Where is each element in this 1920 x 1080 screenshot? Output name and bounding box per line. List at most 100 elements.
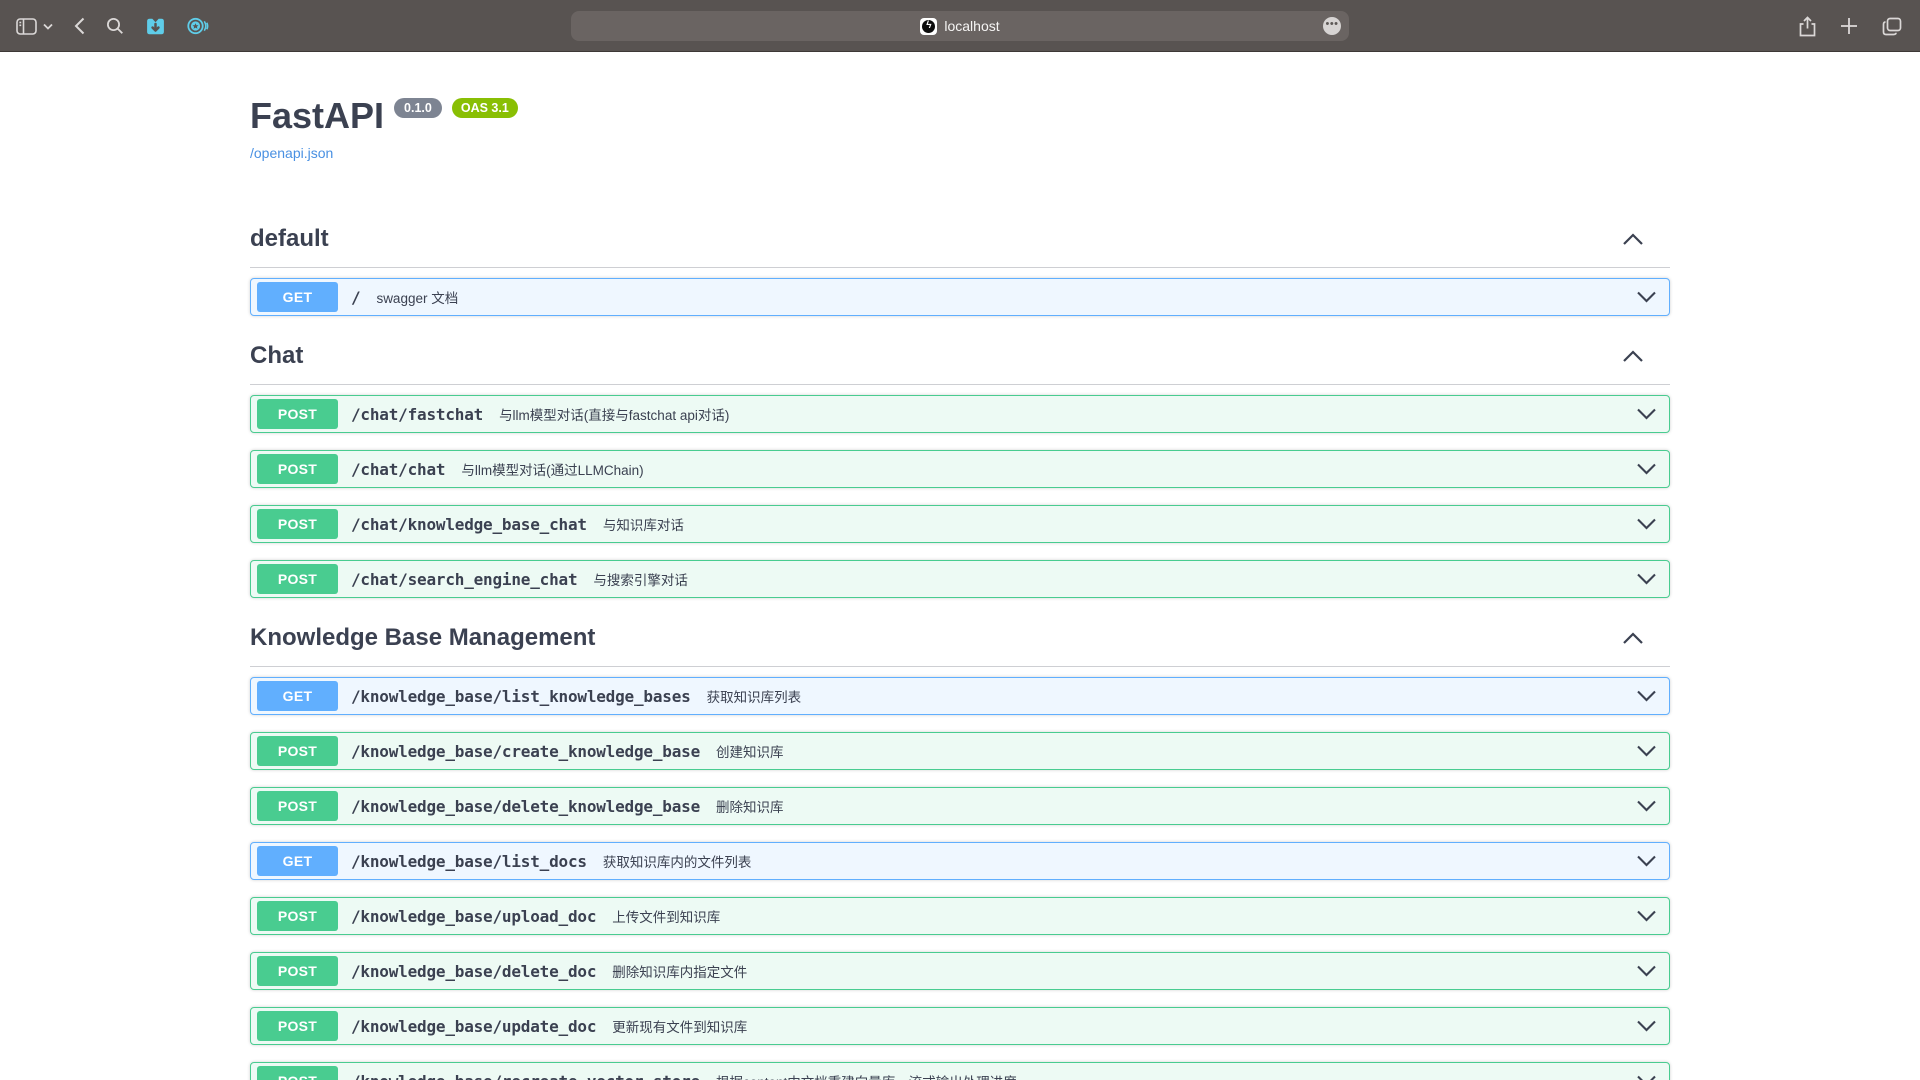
endpoint-row[interactable]: POST /knowledge_base/delete_knowledge_ba… — [250, 787, 1670, 825]
endpoint-row[interactable]: POST /knowledge_base/upload_doc 上传文件到知识库 — [250, 897, 1670, 935]
tag-title: Chat — [250, 342, 303, 370]
expand-endpoint-icon[interactable] — [1636, 965, 1657, 977]
endpoint-row[interactable]: POST /knowledge_base/recreate_vector_sto… — [250, 1062, 1670, 1080]
method-badge: GET — [257, 846, 338, 876]
expand-endpoint-icon[interactable] — [1636, 1020, 1657, 1032]
endpoint-row[interactable]: POST /knowledge_base/create_knowledge_ba… — [250, 732, 1670, 770]
endpoint-path: /knowledge_base/list_knowledge_bases — [351, 687, 691, 706]
endpoint-summary: swagger 文档 — [376, 287, 458, 307]
endpoint-row[interactable]: POST /chat/fastchat 与llm模型对话(直接与fastchat… — [250, 395, 1670, 433]
sidebar-icon[interactable] — [16, 18, 37, 35]
extension-star-circle-icon[interactable] — [187, 16, 209, 36]
api-info: FastAPI 0.1.0 OAS 3.1 /openapi.json — [250, 52, 1670, 163]
address-bar[interactable]: ϟ localhost ••• — [571, 11, 1349, 41]
oas-badge: OAS 3.1 — [452, 98, 518, 118]
expand-endpoint-icon[interactable] — [1636, 800, 1657, 812]
openapi-spec-link[interactable]: /openapi.json — [250, 145, 333, 161]
endpoint-row[interactable]: POST /knowledge_base/delete_doc 删除知识库内指定… — [250, 952, 1670, 990]
endpoint-row[interactable]: GET /knowledge_base/list_knowledge_bases… — [250, 677, 1670, 715]
endpoint-row[interactable]: POST /knowledge_base/update_doc 更新现有文件到知… — [250, 1007, 1670, 1045]
endpoint-summary: 删除知识库 — [716, 796, 784, 816]
tag-sections: default GET / swagger 文档 Chat POST /chat… — [250, 163, 1670, 1080]
expand-endpoint-icon[interactable] — [1636, 690, 1657, 702]
expand-endpoint-icon[interactable] — [1636, 573, 1657, 585]
endpoint-list: GET / swagger 文档 — [250, 268, 1670, 316]
method-badge: POST — [257, 901, 338, 931]
back-icon[interactable] — [74, 17, 85, 35]
method-badge: POST — [257, 1066, 338, 1080]
page-title: FastAPI 0.1.0 OAS 3.1 — [250, 96, 1670, 136]
chevron-down-icon[interactable] — [43, 23, 53, 30]
endpoint-summary: 创建知识库 — [716, 741, 784, 761]
endpoint-summary: 获取知识库列表 — [707, 686, 802, 706]
tag-header[interactable]: Knowledge Base Management — [250, 620, 1670, 667]
endpoint-path: /knowledge_base/recreate_vector_store — [351, 1072, 700, 1080]
tag-header[interactable]: default — [250, 221, 1670, 268]
collapse-section-icon[interactable] — [1622, 632, 1644, 645]
page-settings-icon[interactable]: ••• — [1323, 17, 1341, 35]
expand-endpoint-icon[interactable] — [1636, 518, 1657, 530]
method-badge: POST — [257, 736, 338, 766]
method-badge: GET — [257, 681, 338, 711]
expand-endpoint-icon[interactable] — [1636, 910, 1657, 922]
endpoint-row[interactable]: POST /chat/knowledge_base_chat 与知识库对话 — [250, 505, 1670, 543]
method-badge: POST — [257, 956, 338, 986]
method-badge: POST — [257, 564, 338, 594]
expand-endpoint-icon[interactable] — [1636, 291, 1657, 303]
method-badge: POST — [257, 454, 338, 484]
new-tab-icon[interactable] — [1840, 17, 1858, 35]
tag-header[interactable]: Chat — [250, 338, 1670, 385]
endpoint-summary: 与llm模型对话(直接与fastchat api对话) — [499, 404, 729, 424]
collapse-section-icon[interactable] — [1622, 233, 1644, 246]
site-favicon: ϟ — [920, 18, 937, 35]
extension-bookmark-arrow-icon[interactable] — [145, 16, 166, 37]
endpoint-path: /knowledge_base/delete_doc — [351, 962, 596, 981]
endpoint-summary: 更新现有文件到知识库 — [612, 1016, 747, 1036]
address-host: localhost — [944, 18, 999, 34]
endpoint-path: /knowledge_base/upload_doc — [351, 907, 596, 926]
share-icon[interactable] — [1799, 16, 1816, 37]
endpoint-path: /chat/knowledge_base_chat — [351, 515, 587, 534]
expand-endpoint-icon[interactable] — [1636, 1075, 1657, 1080]
collapse-section-icon[interactable] — [1622, 350, 1644, 363]
tag-section: default GET / swagger 文档 — [250, 221, 1670, 316]
expand-endpoint-icon[interactable] — [1636, 408, 1657, 420]
tab-overview-icon[interactable] — [1882, 17, 1902, 36]
endpoint-path: / — [351, 288, 360, 307]
method-badge: POST — [257, 399, 338, 429]
api-title-text: FastAPI — [250, 96, 384, 136]
expand-endpoint-icon[interactable] — [1636, 745, 1657, 757]
search-icon[interactable] — [106, 17, 124, 35]
tag-section: Knowledge Base Management GET /knowledge… — [250, 620, 1670, 1080]
browser-toolbar: ϟ localhost ••• — [0, 0, 1920, 52]
expand-endpoint-icon[interactable] — [1636, 463, 1657, 475]
tag-title: Knowledge Base Management — [250, 624, 595, 652]
endpoint-path: /knowledge_base/list_docs — [351, 852, 587, 871]
tag-section: Chat POST /chat/fastchat 与llm模型对话(直接与fas… — [250, 338, 1670, 598]
endpoint-path: /knowledge_base/delete_knowledge_base — [351, 797, 700, 816]
endpoint-path: /knowledge_base/create_knowledge_base — [351, 742, 700, 761]
endpoint-summary: 与llm模型对话(通过LLMChain) — [461, 459, 643, 479]
method-badge: POST — [257, 509, 338, 539]
endpoint-summary: 上传文件到知识库 — [612, 906, 720, 926]
method-badge: GET — [257, 282, 338, 312]
method-badge: POST — [257, 1011, 338, 1041]
endpoint-summary: 与搜索引擎对话 — [593, 569, 688, 589]
endpoint-summary: 根据content中文档重建向量库，流式输出处理进度。 — [716, 1071, 1030, 1080]
endpoint-list: POST /chat/fastchat 与llm模型对话(直接与fastchat… — [250, 385, 1670, 598]
endpoint-summary: 与知识库对话 — [603, 514, 684, 534]
endpoint-path: /chat/search_engine_chat — [351, 570, 577, 589]
endpoint-row[interactable]: GET / swagger 文档 — [250, 278, 1670, 316]
endpoint-summary: 删除知识库内指定文件 — [612, 961, 747, 981]
endpoint-list: GET /knowledge_base/list_knowledge_bases… — [250, 667, 1670, 1080]
endpoint-row[interactable]: GET /knowledge_base/list_docs 获取知识库内的文件列… — [250, 842, 1670, 880]
swagger-page: FastAPI 0.1.0 OAS 3.1 /openapi.json defa… — [0, 52, 1920, 1079]
endpoint-path: /chat/fastchat — [351, 405, 483, 424]
expand-endpoint-icon[interactable] — [1636, 855, 1657, 867]
version-badge: 0.1.0 — [394, 98, 442, 118]
endpoint-row[interactable]: POST /chat/chat 与llm模型对话(通过LLMChain) — [250, 450, 1670, 488]
method-badge: POST — [257, 791, 338, 821]
endpoint-path: /chat/chat — [351, 460, 445, 479]
endpoint-summary: 获取知识库内的文件列表 — [603, 851, 752, 871]
endpoint-row[interactable]: POST /chat/search_engine_chat 与搜索引擎对话 — [250, 560, 1670, 598]
